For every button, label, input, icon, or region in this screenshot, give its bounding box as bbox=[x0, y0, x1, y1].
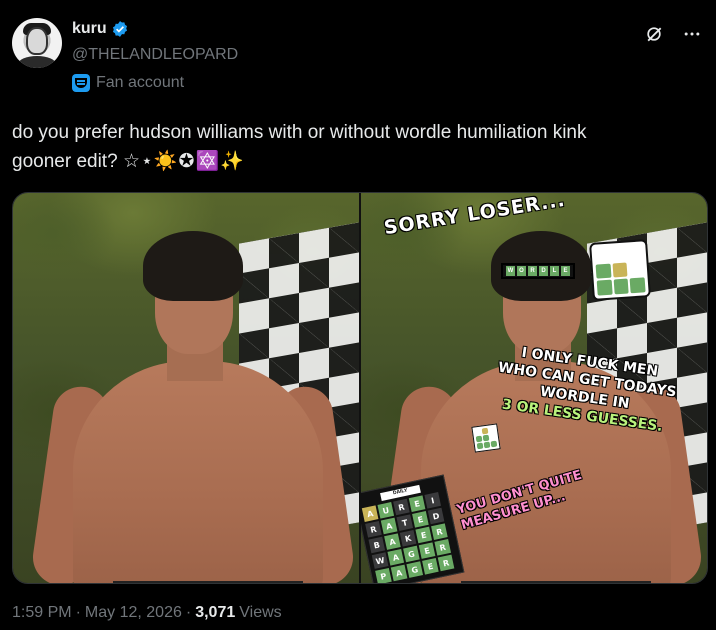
wordle-bar-letter: O bbox=[517, 266, 526, 276]
board-tile: T bbox=[396, 514, 414, 531]
board-tile: R bbox=[437, 554, 455, 572]
board-tile: G bbox=[406, 561, 424, 578]
board-tile: G bbox=[403, 545, 420, 563]
wordle-logo-sticker bbox=[589, 239, 651, 301]
board-tile: R bbox=[393, 498, 410, 516]
media-photo-left[interactable] bbox=[13, 193, 359, 583]
tweet-time[interactable]: 1:59 PM bbox=[12, 604, 72, 622]
tweet-header: kuru @THELANDLEOPARD Fan account bbox=[12, 10, 704, 110]
author-name-row[interactable]: kuru bbox=[72, 20, 129, 38]
media-photo-right[interactable]: SORRY LOSER... W O R D L E I ONLY FUCK M… bbox=[361, 193, 707, 583]
tweet-media[interactable]: SORRY LOSER... W O R D L E I ONLY FUCK M… bbox=[12, 192, 708, 584]
fan-mask-icon bbox=[72, 74, 90, 92]
board-tile: R bbox=[365, 521, 382, 538]
avatar[interactable] bbox=[12, 18, 62, 68]
board-tile: A bbox=[387, 548, 405, 566]
board-tile: I bbox=[424, 492, 442, 509]
tweet-date[interactable]: May 12, 2026 bbox=[85, 604, 182, 622]
wordle-bar-letter: D bbox=[539, 266, 548, 276]
board-tile: W bbox=[371, 552, 389, 569]
board-tile: E bbox=[408, 495, 426, 512]
wordle-bar-letter: W bbox=[506, 266, 515, 276]
board-tile: P bbox=[375, 567, 392, 583]
tweet-meta: 1:59 PM · May 12, 2026 · 3,071 Views bbox=[12, 604, 282, 622]
board-tile: A bbox=[390, 564, 408, 582]
wordle-mini-sticker bbox=[471, 423, 501, 453]
wordle-bar-letter: R bbox=[528, 266, 537, 276]
board-tile: A bbox=[380, 517, 398, 535]
views-count[interactable]: 3,071 bbox=[195, 604, 235, 622]
tweet-text: do you prefer hudson williams with or wi… bbox=[12, 118, 702, 176]
views-label: Views bbox=[239, 604, 282, 621]
author-display-name[interactable]: kuru bbox=[72, 20, 107, 38]
tweet-text-line2: gooner edit? bbox=[12, 151, 118, 172]
tweet-text-emoji: ☆⋆☀️✪🔯✨ bbox=[122, 151, 245, 172]
board-tile: R bbox=[434, 539, 452, 556]
grok-icon[interactable] bbox=[642, 22, 666, 46]
board-tile: R bbox=[431, 523, 448, 540]
meta-separator: · bbox=[75, 604, 81, 621]
board-tile: B bbox=[368, 536, 386, 554]
affiliation-label: Fan account bbox=[96, 74, 185, 91]
wordle-bar-letter: E bbox=[561, 266, 570, 276]
wordle-bar-letter: L bbox=[550, 266, 559, 276]
more-dots-icon[interactable] bbox=[680, 22, 704, 46]
meta-separator: · bbox=[185, 604, 192, 621]
affiliation-row: Fan account bbox=[72, 74, 184, 92]
board-tile: E bbox=[412, 511, 429, 528]
verified-badge-icon bbox=[112, 21, 127, 37]
board-tile: D bbox=[427, 507, 445, 525]
board-tile: E bbox=[422, 557, 439, 575]
board-tile: E bbox=[415, 526, 433, 544]
board-tile: A bbox=[384, 533, 401, 550]
author-handle[interactable]: @THELANDLEOPARD bbox=[72, 46, 238, 64]
board-tile: A bbox=[361, 505, 379, 522]
board-tile: E bbox=[418, 542, 436, 559]
board-tile: U bbox=[377, 502, 395, 519]
wordle-eye-bar: W O R D L E bbox=[501, 263, 575, 279]
board-tile: K bbox=[399, 530, 417, 547]
shirtless-man-photo bbox=[29, 211, 357, 583]
tweet-text-main: do you prefer hudson williams with or wi… bbox=[12, 122, 587, 143]
tweet-actions-top bbox=[642, 22, 704, 46]
